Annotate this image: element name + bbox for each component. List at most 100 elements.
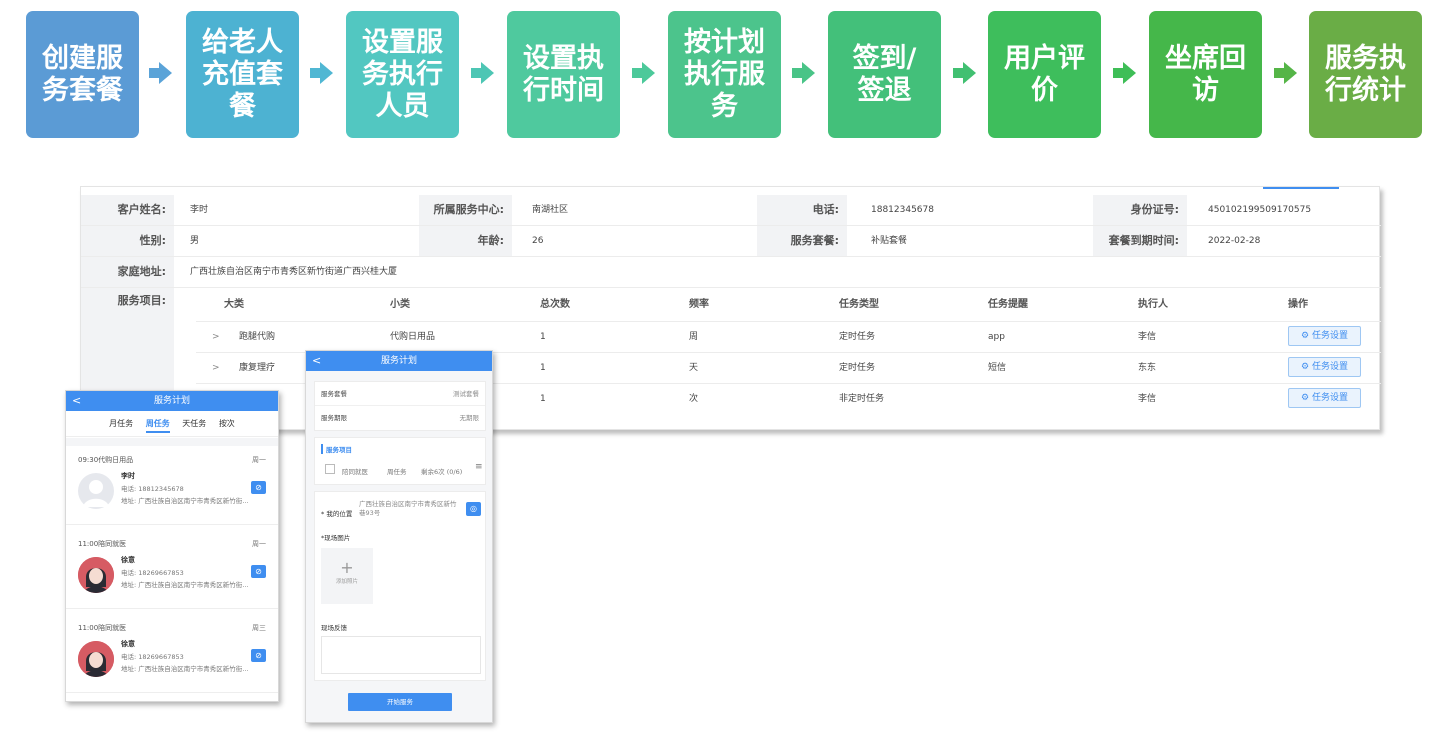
back-arrow-icon[interactable]: < [72,391,81,411]
service-items-box: 服务项目 陪同就医 周任务 剩余6次 (0/6) ≡ [314,437,486,485]
start-service-button[interactable]: 开始服务 [348,693,452,711]
item-freq: 周任务 [387,468,407,476]
feedback-label: 现场反馈 [321,624,347,632]
cell-count: 1 [540,363,546,373]
active-tab-indicator [1263,187,1339,189]
package-info-box: 服务套餐 测试套餐 服务期限 无期限 [314,381,486,431]
task-time: 11:00陪同就医 [78,624,127,632]
info-row-2: 性别: 男 年龄: 26 服务套餐: 补贴套餐 套餐到期时间: 2022-02-… [81,226,1381,257]
user-address: 地址: 广西壮族自治区南宁市青秀区新竹街… [121,581,249,589]
col-header-executor: 执行人 [1138,299,1168,310]
col-header-category: 大类 [224,299,244,310]
avatar [78,557,114,593]
location-photo-box: * 我的位置 广西壮族自治区南宁市青秀区新竹巷93号 ◎ *现场图片 + 添加照… [314,491,486,681]
tab-by-times[interactable]: 按次 [219,419,235,428]
mobile-title: 服务计划 [153,396,190,406]
list-item[interactable]: 11:00陪同就医 周三 徐意 电话: 18269667853 地址: 广西壮族… [66,615,278,693]
list-item[interactable]: 11:00陪同就医 周一 徐意 电话: 18269667853 地址: 广西壮族… [66,531,278,609]
flow-step-callback: 坐席回访 [1149,11,1262,138]
location-pin-icon[interactable]: ◎ [466,502,481,516]
age-value: 26 [532,236,544,246]
add-photo-button[interactable]: + 添加照片 [321,548,373,604]
add-photo-label: 添加照片 [335,579,358,585]
avatar [78,641,114,677]
col-header-frequency: 频率 [689,299,709,310]
flow-arrow-icon [310,62,334,84]
task-time: 09:30代购日用品 [78,456,134,464]
cell-reminder: 短信 [988,363,1007,373]
user-phone: 电话: 18812345678 [121,485,184,493]
cell-executor: 李信 [1138,394,1157,404]
col-header-action: 操作 [1288,299,1308,310]
tab-week[interactable]: 周任务 [145,419,170,433]
flow-step-execute: 按计划 执行服务 [668,11,781,138]
cell-reminder: app [988,332,1005,342]
cell-category: 跑腿代购 [239,332,276,342]
item-name: 陪同就医 [342,468,368,476]
cell-executor: 东东 [1138,363,1157,373]
cell-category: 康复理疗 [239,363,276,373]
task-settings-label: 任务设置 [1311,331,1348,341]
feedback-textarea[interactable] [321,636,481,674]
flow-step-statistics: 服务执 行统计 [1309,11,1422,138]
id-label: 身份证号: [1093,195,1187,225]
task-day: 周一 [252,540,266,548]
address-value: 广西壮族自治区南宁市青秀区新竹街道广西兴桂大厦 [190,267,398,277]
navigate-icon[interactable]: ⊘ [251,649,266,662]
flow-arrow-icon [953,62,977,84]
mobile-service-execution: < 服务计划 服务套餐 测试套餐 服务期限 无期限 服务项目 陪同就医 周任务 剩余… [305,350,493,723]
list-item[interactable]: 09:30代购日用品 周一 李时 电话: 18812345678 地址: 广西壮… [66,447,278,525]
col-header-subcategory: 小类 [390,299,410,310]
user-address: 地址: 广西壮族自治区南宁市青秀区新竹街… [121,665,249,673]
flow-arrow-icon [1113,62,1137,84]
menu-icon[interactable]: ≡ [475,462,483,472]
expire-label: 套餐到期时间: [1093,226,1187,256]
period-label: 服务期限 [321,414,347,422]
navigate-icon[interactable]: ⊘ [251,481,266,494]
col-header-reminder: 任务提醒 [988,299,1028,310]
period-value: 无期限 [459,414,480,422]
expand-chevron-icon[interactable]: > [212,353,220,383]
expand-chevron-icon[interactable]: > [212,322,220,352]
tab-day[interactable]: 天任务 [182,419,206,428]
task-settings-label: 任务设置 [1311,362,1348,372]
flow-arrow-icon [149,62,173,84]
gear-icon: ⚙ [1301,331,1312,341]
gender-label: 性别: [81,226,174,256]
user-address: 地址: 广西壮族自治区南宁市青秀区新竹街… [121,497,249,505]
tab-month[interactable]: 月任务 [109,419,133,428]
task-settings-button[interactable]: ⚙ 任务设置 [1288,388,1361,408]
back-arrow-icon[interactable]: < [312,351,321,371]
mobile-service-plan-list: < 服务计划 月任务 周任务 天任务 按次 09:30代购日用品 周一 李时 电… [65,390,279,702]
location-value: 广西壮族自治区南宁市青秀区新竹巷93号 [359,500,457,517]
flow-arrow-icon [792,62,816,84]
task-day: 周一 [252,456,266,464]
mobile-header: < 服务计划 [306,351,492,371]
cell-task-type: 定时任务 [839,363,876,373]
cell-frequency: 天 [689,363,699,373]
age-label: 年龄: [419,226,512,256]
package-label: 服务套餐: [757,226,847,256]
item-checkbox[interactable] [325,464,335,474]
address-label: 家庭地址: [81,257,174,287]
col-header-task-type: 任务类型 [839,299,879,310]
expire-value: 2022-02-28 [1208,236,1261,246]
navigate-icon[interactable]: ⊘ [251,565,266,578]
task-time: 11:00陪同就医 [78,540,127,548]
user-phone: 电话: 18269667853 [121,653,184,661]
package-value: 测试套餐 [453,390,479,398]
mobile-title: 服务计划 [380,356,417,366]
cell-subcategory: 代购日用品 [390,332,436,342]
flow-step-create-package: 创建服 务套餐 [26,11,139,138]
task-settings-label: 任务设置 [1311,393,1348,403]
table-row: > 跑腿代购 代购日用品 1 周 定时任务 app 李信 ⚙ 任务设置 [196,321,1381,352]
flow-arrow-icon [1274,62,1298,84]
cell-count: 1 [540,394,546,404]
task-settings-button[interactable]: ⚙ 任务设置 [1288,326,1361,346]
task-settings-button[interactable]: ⚙ 任务设置 [1288,357,1361,377]
cell-count: 1 [540,332,546,342]
location-label: * 我的位置 [321,510,353,518]
package-value: 补贴套餐 [871,236,908,246]
cell-task-type: 定时任务 [839,332,876,342]
plan-tabs: 月任务 周任务 天任务 按次 [66,411,278,437]
